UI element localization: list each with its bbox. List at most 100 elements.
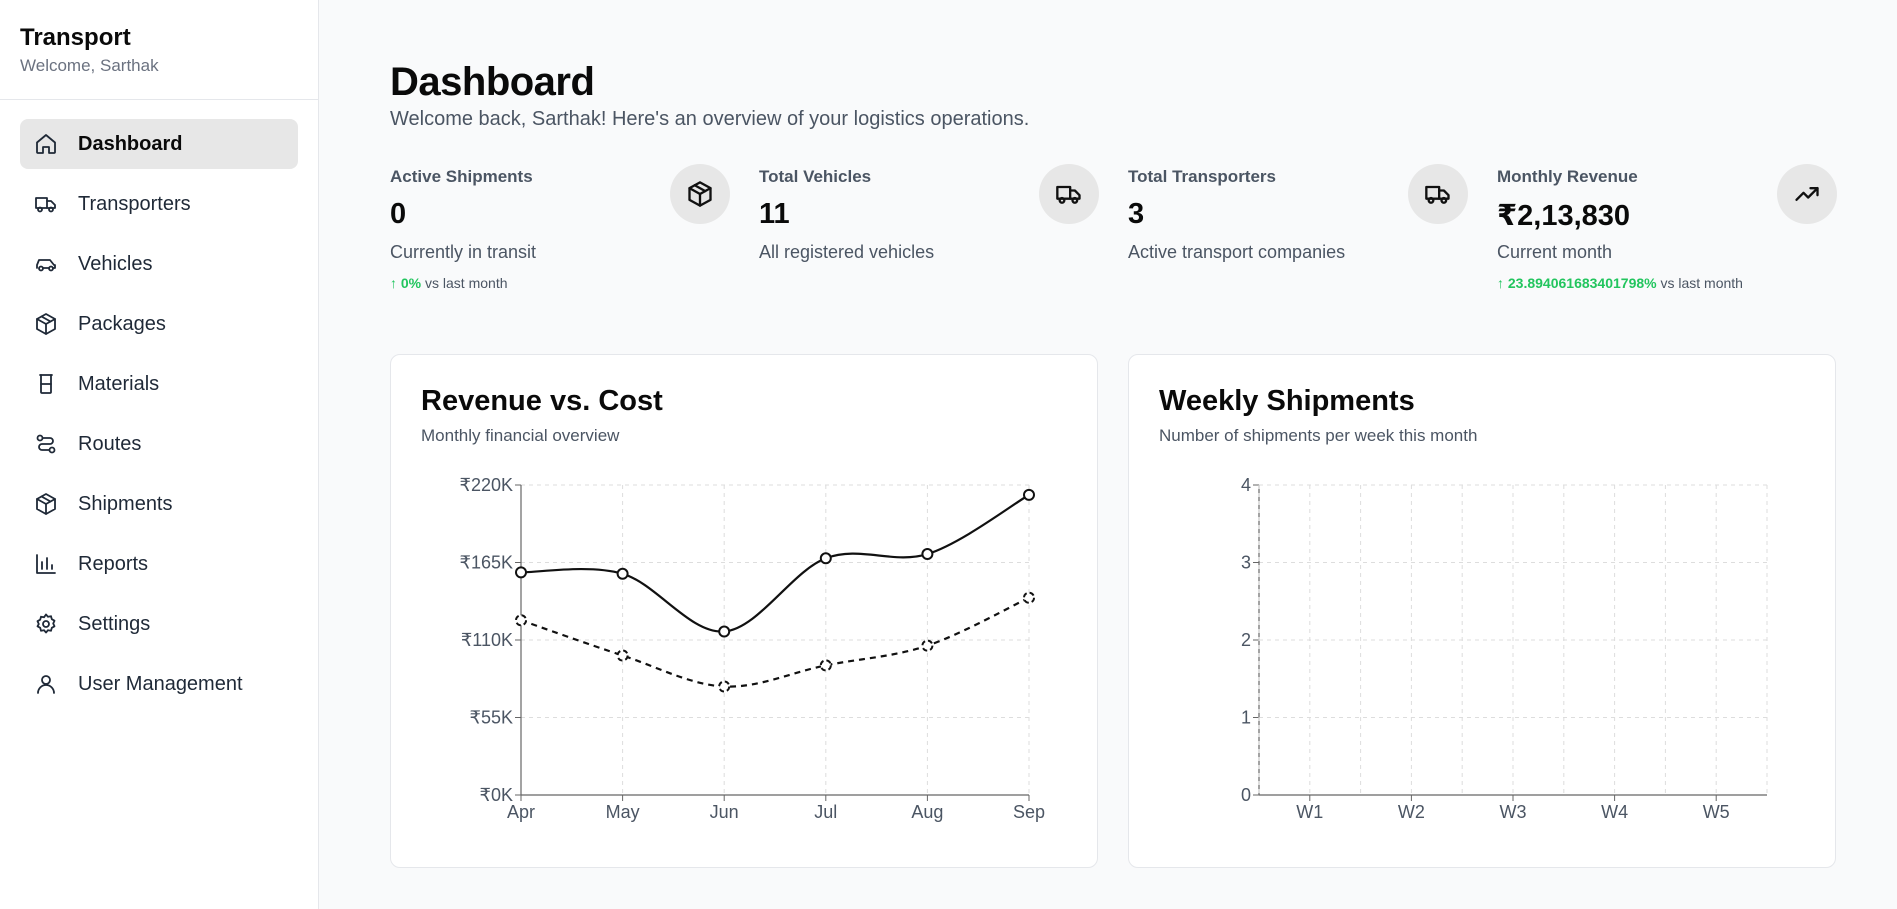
sidebar-item-label: Materials (78, 372, 160, 395)
y-tick-label: 0 (1241, 785, 1251, 805)
gear-icon (34, 612, 58, 636)
sidebar-item-settings[interactable]: Settings (20, 599, 298, 649)
route-icon (34, 432, 58, 456)
package-icon (34, 492, 58, 516)
user-icon (34, 672, 58, 696)
x-tick-label: W3 (1500, 802, 1527, 822)
sidebar-item-reports[interactable]: Reports (20, 539, 298, 589)
stat-card-active-shipments: Active Shipments 0 Currently in transit … (390, 160, 730, 300)
page-title: Dashboard (390, 60, 595, 104)
sidebar-item-label: Packages (78, 312, 166, 335)
y-tick-label: 3 (1241, 553, 1251, 573)
data-point (819, 552, 832, 565)
sidebar-brand: Transport Welcome, Sarthak (0, 0, 318, 100)
trend-value: ↑ 0% (390, 275, 422, 291)
data-point (718, 625, 731, 638)
stat-trend: ↑ 23.894061683401798% vs last month (1497, 275, 1743, 291)
sidebar-item-label: Transporters (78, 192, 191, 215)
sidebar-item-label: Settings (78, 612, 151, 635)
stat-description: Currently in transit (390, 242, 537, 262)
data-point (515, 566, 527, 579)
x-tick-label: W1 (1296, 802, 1323, 822)
sidebar: Transport Welcome, Sarthak Dashboard Tra… (0, 0, 319, 909)
x-tick-label: W2 (1398, 802, 1425, 822)
sidebar-item-packages[interactable]: Packages (20, 299, 298, 349)
sidebar-item-dashboard[interactable]: Dashboard (20, 119, 298, 169)
stat-label: Monthly Revenue (1497, 167, 1638, 186)
sidebar-item-shipments[interactable]: Shipments (20, 479, 298, 529)
flask-icon (34, 372, 58, 396)
car-icon (34, 252, 58, 276)
trend-suffix: vs last month (1660, 275, 1743, 291)
trending-up-icon (1777, 164, 1837, 224)
y-tick-label: ₹220K (460, 475, 514, 495)
revenue-chart-card: Revenue vs. Cost Monthly financial overv… (390, 354, 1098, 868)
x-tick-label: Jul (814, 802, 837, 822)
page-subtitle: Welcome back, Sarthak! Here's an overvie… (390, 108, 1030, 130)
data-point (921, 639, 934, 652)
data-point (921, 548, 934, 561)
weekly-shipments-chart: 0 1 2 3 4 W1 W2 W3 W4 W5 (1241, 475, 1768, 822)
x-tick-label: W4 (1601, 802, 1628, 822)
stat-card-total-vehicles: Total Vehicles 11 All registered vehicle… (759, 160, 1099, 300)
x-tick-label: Aug (911, 802, 943, 822)
sidebar-item-routes[interactable]: Routes (20, 419, 298, 469)
y-tick-label: 2 (1241, 630, 1251, 650)
y-tick-label: 1 (1241, 708, 1251, 728)
bar-chart-icon (34, 552, 58, 576)
stat-description: Active transport companies (1128, 242, 1346, 262)
data-point (1023, 591, 1035, 604)
data-point (616, 649, 629, 662)
stat-description: All registered vehicles (759, 242, 935, 262)
app-title: Transport (20, 24, 131, 51)
weekly-shipments-card: Weekly Shipments Number of shipments per… (1128, 354, 1836, 868)
stat-value: 11 (759, 198, 790, 230)
stat-trend: ↑ 0% vs last month (390, 275, 508, 291)
sidebar-item-label: Reports (78, 552, 149, 575)
revenue-chart: ₹0K₹55K₹110K₹165K₹220KApr May Jun Jul Aug Sep (460, 475, 1046, 822)
trend-suffix: vs last month (425, 275, 508, 291)
stat-value: 0 (390, 198, 407, 230)
stat-card-total-transporters: Total Transporters 3 Active transport co… (1128, 160, 1468, 300)
data-point (819, 659, 832, 672)
x-tick-label: Apr (507, 802, 535, 822)
sidebar-item-vehicles[interactable]: Vehicles (20, 239, 298, 289)
stat-card-monthly-revenue: Monthly Revenue ₹2,13,830 Current month … (1497, 160, 1837, 300)
home-icon (34, 132, 58, 156)
series-line-2 (520, 596, 1030, 688)
x-tick-label: W5 (1703, 802, 1730, 822)
stat-label: Active Shipments (390, 167, 533, 186)
y-tick-label: 4 (1241, 475, 1251, 495)
sidebar-item-label: Vehicles (78, 252, 153, 275)
stat-value: 3 (1128, 198, 1145, 230)
package-icon (670, 164, 730, 224)
sidebar-item-label: User Management (78, 672, 243, 695)
sidebar-item-label: Shipments (78, 492, 173, 515)
package-icon (34, 312, 58, 336)
truck-icon (1408, 164, 1468, 224)
welcome-text: Welcome, Sarthak (20, 56, 159, 75)
truck-icon (1039, 164, 1099, 224)
series-line-1 (520, 493, 1030, 633)
stat-value: ₹2,13,830 (1497, 200, 1631, 232)
sidebar-item-label: Routes (78, 432, 142, 455)
data-point (1023, 488, 1035, 501)
x-tick-label: May (606, 802, 640, 822)
data-point (515, 614, 527, 627)
truck-icon (34, 192, 58, 216)
sidebar-item-user-management[interactable]: User Management (20, 659, 298, 709)
trend-value: ↑ 23.894061683401798% (1497, 275, 1657, 291)
stat-label: Total Vehicles (759, 167, 872, 186)
stats-row: Active Shipments 0 Currently in transit … (390, 160, 1837, 300)
y-tick-label: ₹165K (460, 553, 514, 573)
x-tick-label: Jun (710, 802, 739, 822)
sidebar-item-materials[interactable]: Materials (20, 359, 298, 409)
stat-label: Total Transporters (1128, 167, 1276, 186)
y-tick-label: ₹55K (470, 708, 513, 728)
sidebar-item-label: Dashboard (78, 132, 183, 155)
data-point (718, 680, 731, 693)
data-point (616, 567, 629, 580)
sidebar-item-transporters[interactable]: Transporters (20, 179, 298, 229)
stat-description: Current month (1497, 242, 1613, 262)
sidebar-nav: Dashboard Transporters Vehicles Packages… (0, 100, 318, 738)
